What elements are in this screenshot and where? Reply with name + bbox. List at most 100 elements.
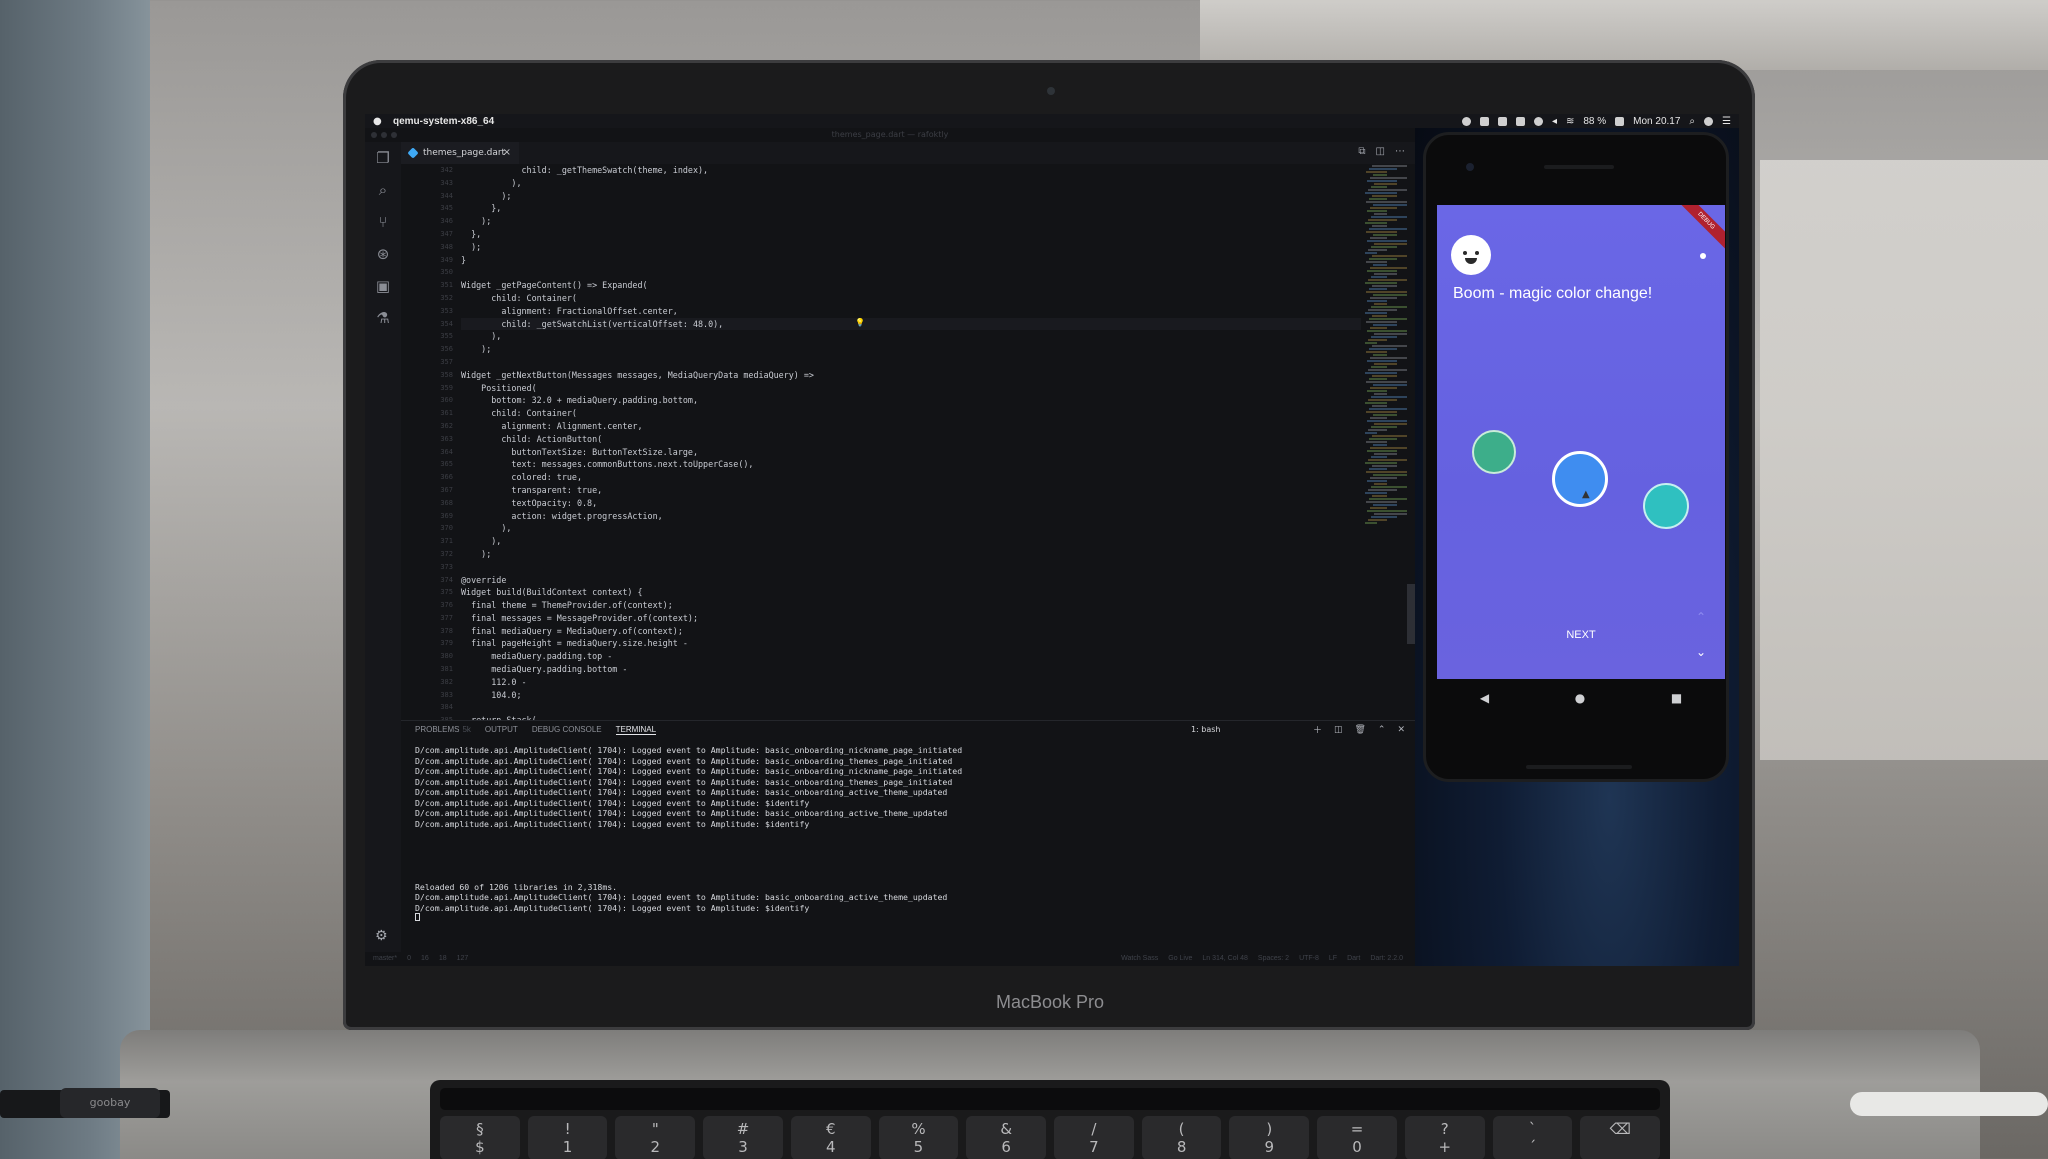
battery-icon[interactable]	[1615, 116, 1625, 126]
maximize-window-button[interactable]	[391, 132, 397, 138]
status-item[interactable]: LF	[1329, 952, 1337, 966]
touch-bar[interactable]	[440, 1088, 1660, 1110]
lightbulb-icon[interactable]: 💡	[855, 318, 865, 327]
close-panel-icon[interactable]: ✕	[1397, 725, 1405, 735]
siri-icon[interactable]	[1704, 116, 1714, 126]
status-item[interactable]: master*	[373, 952, 397, 966]
next-button[interactable]: NEXT	[1537, 625, 1625, 645]
code-line[interactable]: colored: true,	[461, 471, 1361, 484]
home-icon[interactable]: ●	[1575, 691, 1585, 705]
keyboard-key[interactable]: /7	[1054, 1116, 1134, 1159]
status-item[interactable]: Ln 314, Col 48	[1202, 952, 1248, 966]
code-line[interactable]: mediaQuery.padding.bottom -	[461, 663, 1361, 676]
status-item[interactable]: 18	[439, 952, 447, 966]
keyboard-key[interactable]: (8	[1141, 1116, 1222, 1159]
explorer-icon[interactable]: ❐	[375, 150, 391, 166]
theme-swatch-green[interactable]	[1472, 430, 1516, 474]
keyboard-key[interactable]: ` ´	[1492, 1116, 1573, 1159]
tab-output[interactable]: OUTPUT	[485, 725, 518, 735]
keyboard-key[interactable]: § $	[440, 1116, 520, 1159]
terminal-shell-select[interactable]: 1: bash	[1191, 725, 1301, 734]
wifi-icon[interactable]: ≋	[1566, 116, 1574, 127]
split-editor-icon[interactable]: ◫	[1376, 146, 1385, 157]
chevron-up-icon[interactable]: ⌃	[1696, 610, 1706, 624]
keyboard-key[interactable]: ) 9	[1229, 1116, 1310, 1159]
code-line[interactable]: final theme = ThemeProvider.of(context);	[461, 599, 1361, 612]
extensions-icon[interactable]: ▣	[375, 278, 391, 294]
code-line[interactable]: action: widget.progressAction,	[461, 510, 1361, 523]
code-line[interactable]: text: messages.commonButtons.next.toUppe…	[461, 458, 1361, 471]
app-screen[interactable]: DEBUG Boom - magic color change! ▲ NEXT …	[1437, 205, 1725, 679]
code-line[interactable]: );	[461, 215, 1361, 228]
manage-gear-icon[interactable]: ⚙	[375, 928, 388, 944]
tab-themes-page[interactable]: themes_page.dart ×	[401, 142, 519, 164]
status-item[interactable]: UTF-8	[1299, 952, 1319, 966]
code-line[interactable]: buttonTextSize: ButtonTextSize.large,	[461, 446, 1361, 459]
split-terminal-icon[interactable]: ◫	[1334, 725, 1343, 735]
code-line[interactable]: Widget _getPageContent() => Expanded(	[461, 279, 1361, 292]
code-line[interactable]: mediaQuery.padding.top -	[461, 650, 1361, 663]
code-line[interactable]: final pageHeight = mediaQuery.size.heigh…	[461, 637, 1361, 650]
menubar-app-name[interactable]: qemu-system-x86_64	[393, 116, 494, 127]
code-line[interactable]: ),	[461, 177, 1361, 190]
open-changes-icon[interactable]: ⧉	[1358, 146, 1365, 157]
code-line[interactable]: alignment: FractionalOffset.center,	[461, 305, 1361, 318]
keyboard-key[interactable]: & 6	[966, 1116, 1047, 1159]
code-content[interactable]: child: _getThemeSwatch(theme, index), ),…	[461, 164, 1361, 720]
status-item[interactable]: 127	[457, 952, 469, 966]
minimap[interactable]	[1361, 164, 1415, 720]
tab-problems[interactable]: PROBLEMS 5k	[415, 725, 471, 735]
close-window-button[interactable]	[371, 132, 377, 138]
bluetooth-icon[interactable]	[1533, 116, 1543, 126]
code-line[interactable]: Widget build(BuildContext context) {	[461, 586, 1361, 599]
code-line[interactable]: child: Container(	[461, 407, 1361, 420]
record-icon[interactable]	[1461, 116, 1471, 126]
keyboard-key[interactable]: ? +	[1404, 1116, 1485, 1159]
terminal-output[interactable]: D/com.amplitude.api.AmplitudeClient( 170…	[415, 745, 1395, 924]
keyboard-key[interactable]: #3	[703, 1116, 783, 1159]
code-line[interactable]: final mediaQuery = MediaQuery.of(context…	[461, 625, 1361, 638]
code-line[interactable]: ),	[461, 330, 1361, 343]
spotlight-icon[interactable]: ⌕	[1689, 116, 1695, 127]
code-line[interactable]: child: _getThemeSwatch(theme, index),	[461, 164, 1361, 177]
keyboard-key[interactable]: €4	[790, 1116, 871, 1159]
close-tab-icon[interactable]: ×	[503, 142, 511, 164]
new-terminal-icon[interactable]: ＋	[1313, 723, 1322, 736]
code-line[interactable]: transparent: true,	[461, 484, 1361, 497]
code-line[interactable]	[461, 701, 1361, 714]
code-line[interactable]: );	[461, 548, 1361, 561]
terminal-prompt[interactable]	[415, 913, 1395, 924]
code-line[interactable]: );	[461, 343, 1361, 356]
tab-terminal[interactable]: TERMINAL	[615, 725, 657, 735]
chevron-down-icon[interactable]: ⌄	[1696, 645, 1706, 659]
grid-icon[interactable]	[1515, 116, 1525, 126]
code-line[interactable]: final messages = MessageProvider.of(cont…	[461, 612, 1361, 625]
cloud-icon[interactable]	[1479, 116, 1489, 126]
code-line[interactable]: ),	[461, 522, 1361, 535]
code-line[interactable]: );	[461, 190, 1361, 203]
volume-icon[interactable]: ◂	[1552, 116, 1557, 127]
code-line[interactable]: @override	[461, 574, 1361, 587]
code-line[interactable]: Widget _getNextButton(Messages messages,…	[461, 369, 1361, 382]
code-line[interactable]: );	[461, 241, 1361, 254]
status-item[interactable]: Watch Sass	[1121, 952, 1158, 966]
status-item[interactable]: 16	[421, 952, 429, 966]
keyboard-key[interactable]: ⌫	[1580, 1116, 1661, 1159]
battery-percent[interactable]: 88 %	[1583, 116, 1606, 127]
maximize-panel-icon[interactable]: ⌃	[1378, 725, 1386, 735]
code-line[interactable]: 112.0 -	[461, 676, 1361, 689]
code-line[interactable]	[461, 561, 1361, 574]
source-control-icon[interactable]: ⑂	[375, 214, 391, 230]
status-item[interactable]: 0	[407, 952, 411, 966]
more-actions-icon[interactable]: ⋯	[1395, 146, 1405, 157]
trash-icon[interactable]: 🗑	[1354, 725, 1365, 735]
status-item[interactable]: Dart	[1347, 952, 1360, 966]
code-line[interactable]: 104.0;	[461, 689, 1361, 702]
status-item[interactable]: Go Live	[1168, 952, 1192, 966]
code-line[interactable]: child: _getSwatchList(verticalOffset: 48…	[461, 317, 1361, 331]
code-line[interactable]: child: Container(	[461, 292, 1361, 305]
search-icon[interactable]: ⌕	[375, 182, 391, 198]
keyboard-key[interactable]: = 0	[1317, 1116, 1397, 1159]
debug-icon[interactable]: ⊛	[375, 246, 391, 262]
tab-debug-console[interactable]: DEBUG CONSOLE	[532, 725, 602, 735]
